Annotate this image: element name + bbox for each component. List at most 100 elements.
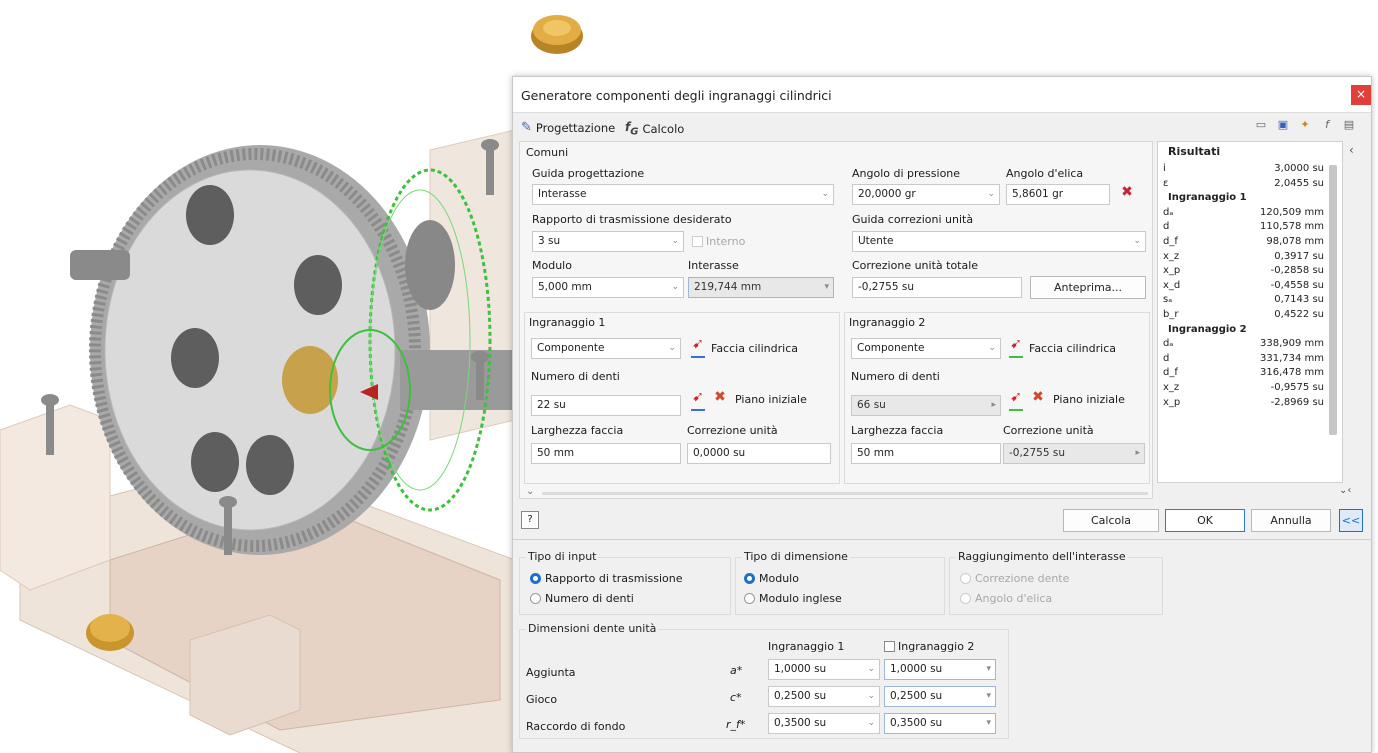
chevron-down-icon: ⌄	[1133, 236, 1141, 246]
model-viewport[interactable]	[0, 0, 515, 753]
piano-label: Piano iniziale	[735, 393, 807, 406]
report-icon[interactable]: ▤	[1341, 117, 1357, 133]
modulo-select[interactable]: 5,000 mm ⌄	[532, 277, 684, 298]
interasse-value: 219,744 mm	[694, 281, 762, 293]
results-row: b_r 0,4522 su	[1158, 308, 1332, 323]
calcola-button[interactable]: Calcola	[1063, 509, 1159, 532]
chevron-down-icon: ⌄	[821, 189, 829, 199]
denti-value: 22 su	[537, 399, 566, 411]
results-row: i 3,0000 su	[1158, 162, 1332, 177]
select-plane-icon[interactable]: ➹	[1007, 389, 1025, 411]
gioco-label: Gioco	[526, 693, 558, 706]
rapporto-select[interactable]: 3 su ⌄	[532, 231, 684, 252]
ingranaggio1-denti-field[interactable]: 22 su	[531, 395, 681, 416]
results-key: x_z	[1163, 382, 1180, 393]
select-face-icon[interactable]: ➹	[689, 336, 707, 358]
collapse-results-icon[interactable]: ‹	[1349, 143, 1354, 157]
expand-chevron-icon[interactable]: ⌄	[526, 486, 534, 497]
guida-label: Guida progettazione	[532, 167, 645, 180]
aggiunta-field-2[interactable]: 1,0000 su ▾	[884, 659, 996, 680]
pressione-select[interactable]: 20,0000 gr ⌄	[852, 184, 1000, 205]
gioco-symbol: c*	[730, 691, 742, 704]
field-value: 0,3500 su	[774, 717, 827, 729]
ingranaggio1-correzione-field[interactable]: 0,0000 su	[687, 443, 831, 464]
elica-field[interactable]: 5,8601 gr	[1006, 184, 1110, 205]
larghezza-value: 50 mm	[537, 447, 575, 459]
ingranaggio2-larghezza-field[interactable]: 50 mm	[851, 443, 1001, 464]
chevron-down-icon: ⌄	[668, 343, 676, 353]
correzioni-select[interactable]: Utente ⌄	[852, 231, 1146, 252]
anteprima-button[interactable]: Anteprima...	[1030, 276, 1146, 299]
results-value: 0,4522 su	[1274, 309, 1324, 320]
radio-dot	[960, 573, 971, 584]
ingranaggio2-correzione-field[interactable]: -0,2755 su ▸	[1003, 443, 1145, 464]
gioco-field-2[interactable]: 0,2500 su ▾	[884, 686, 996, 707]
ingranaggio2-denti-field[interactable]: 66 su ▸	[851, 395, 1001, 416]
ingranaggio2-checkbox[interactable]: Ingranaggio 2	[884, 640, 974, 653]
guida-value: Interasse	[538, 188, 587, 200]
radio-label: Modulo inglese	[759, 592, 842, 605]
raccordo-field-2[interactable]: 0,3500 su ▾	[884, 713, 996, 734]
fx-icon[interactable]: f	[1319, 117, 1335, 133]
larghezza-label: Larghezza faccia	[851, 424, 944, 437]
raggiungimento-title: Raggiungimento dell'interasse	[956, 550, 1128, 563]
chevron-right-icon: ▸	[1135, 448, 1140, 458]
annulla-button[interactable]: Annulla	[1251, 509, 1331, 532]
field-value: 1,0000 su	[774, 663, 827, 675]
chevron-down-icon: ⌄	[988, 343, 996, 353]
radio-modulo[interactable]: Modulo	[744, 572, 799, 585]
interno-checkbox[interactable]: Interno	[692, 235, 745, 248]
correzione-totale-field[interactable]: -0,2755 su	[852, 277, 1022, 298]
results-value: 338,909 mm	[1259, 338, 1324, 350]
collapse-button[interactable]: <<	[1339, 509, 1363, 532]
modulo-value: 5,000 mm	[538, 281, 592, 293]
results-key: dₐ	[1163, 206, 1174, 218]
ingranaggio1-larghezza-field[interactable]: 50 mm	[531, 443, 681, 464]
tab-progettazione[interactable]: ✎ Progettazione	[521, 120, 615, 135]
correzione-label: Correzione unità	[687, 424, 778, 437]
aggiunta-field-1[interactable]: 1,0000 su ⌄	[768, 659, 880, 680]
radio-modulo-inglese[interactable]: Modulo inglese	[744, 592, 842, 605]
results-chevron-icon[interactable]: ⌄‹	[1339, 485, 1351, 496]
ok-button[interactable]: OK	[1165, 509, 1245, 532]
radio-label: Modulo	[759, 572, 799, 585]
settings-icon[interactable]: ✦	[1297, 117, 1313, 133]
radio-label: Rapporto di trasmissione	[545, 572, 683, 585]
help-button[interactable]: ?	[521, 511, 539, 529]
save-icon[interactable]: ▣	[1275, 117, 1291, 133]
results-key: x_p	[1163, 265, 1181, 277]
chevron-down-icon: ▾	[986, 718, 991, 728]
chevron-down-icon: ⌄	[671, 282, 679, 292]
results-row: x_d -0,4558 su	[1158, 279, 1332, 294]
ingranaggio1-tipo-select[interactable]: Componente ⌄	[531, 338, 681, 359]
plane-icon: ✖	[1032, 389, 1044, 405]
radio-correzione-dente[interactable]: Correzione dente	[960, 572, 1069, 585]
helix-tool-icon[interactable]: ✖	[1118, 184, 1136, 206]
radio-rapporto[interactable]: Rapporto di trasmissione	[530, 572, 683, 585]
folder-icon[interactable]: ▭	[1253, 117, 1269, 133]
results-row: d 110,578 mm	[1158, 220, 1332, 235]
raccordo-field-1[interactable]: 0,3500 su ⌄	[768, 713, 880, 734]
radio-label: Numero di denti	[545, 592, 634, 605]
larghezza-label: Larghezza faccia	[531, 424, 624, 437]
select-face-icon[interactable]: ➹	[1007, 336, 1025, 358]
results-key: dₐ	[1163, 338, 1174, 350]
results-row: x_z 0,3917 su	[1158, 250, 1332, 265]
radio-angolo-elica[interactable]: Angolo d'elica	[960, 592, 1052, 605]
guida-select[interactable]: Interasse ⌄	[532, 184, 834, 205]
close-button[interactable]: ×	[1351, 85, 1371, 105]
ingranaggio2-tipo-select[interactable]: Componente ⌄	[851, 338, 1001, 359]
results-scrollbar[interactable]	[1329, 165, 1337, 435]
results-row: x_z -0,9575 su	[1158, 381, 1332, 396]
faccia-label: Faccia cilindrica	[711, 342, 798, 355]
select-plane-icon[interactable]: ➹	[689, 389, 707, 411]
interasse-field[interactable]: 219,744 mm ▾	[688, 277, 834, 298]
results-value: 0,7143 su	[1274, 294, 1324, 306]
tab-calcolo[interactable]: fG Calcolo	[625, 120, 684, 137]
results-value: 2,0455 su	[1274, 177, 1324, 189]
results-value: 0,3917 su	[1274, 250, 1324, 262]
radio-numero-denti[interactable]: Numero di denti	[530, 592, 634, 605]
radio-dot	[744, 573, 755, 584]
horizontal-scrollbar[interactable]	[542, 492, 1148, 495]
gioco-field-1[interactable]: 0,2500 su ⌄	[768, 686, 880, 707]
